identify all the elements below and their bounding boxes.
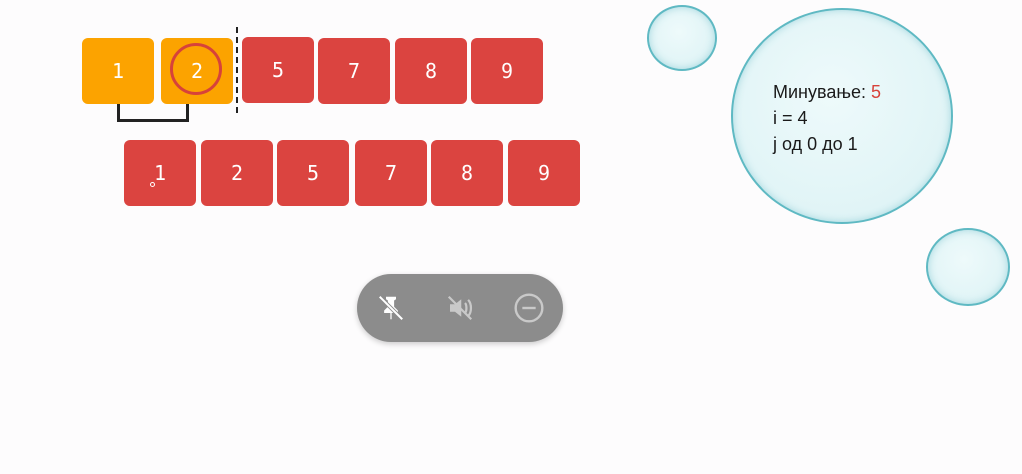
result-cell: 8: [431, 140, 503, 206]
array-cell-compared: 1: [82, 38, 154, 104]
i-line: i = 4: [773, 108, 808, 128]
pin-off-icon[interactable]: [374, 291, 408, 325]
array-cell: 8: [395, 38, 467, 104]
cell-value: 8: [424, 59, 438, 83]
array-cell: 7: [318, 38, 390, 104]
result-cell: 9: [508, 140, 580, 206]
cursor-dot: [150, 182, 155, 187]
decorative-bubble: [926, 228, 1010, 306]
result-cell: 5: [277, 140, 349, 206]
cell-value: 9: [500, 59, 514, 83]
result-cell: 7: [355, 140, 427, 206]
array-cell-compared-current: 2: [161, 38, 233, 104]
cell-value: 7: [347, 59, 361, 83]
sorted-boundary-divider: [236, 27, 238, 113]
decorative-bubble: [647, 5, 717, 71]
minus-circle-icon[interactable]: [512, 291, 546, 325]
cell-value: 5: [306, 161, 320, 185]
cell-value: 1: [111, 59, 125, 83]
step-info: Минување: 5 i = 4 j од 0 до 1: [773, 79, 881, 157]
result-cell: 2: [201, 140, 273, 206]
pass-value: 5: [871, 82, 882, 102]
array-cell: 5: [242, 37, 314, 103]
cell-value: 8: [460, 161, 474, 185]
cell-value: 2: [190, 59, 204, 83]
volume-mute-icon[interactable]: [443, 291, 477, 325]
result-cell: 1: [124, 140, 196, 206]
array-cell: 9: [471, 38, 543, 104]
cell-value: 2: [230, 161, 244, 185]
comparison-bracket: [117, 104, 189, 122]
pass-label: Минување:: [773, 82, 871, 102]
cell-value: 7: [384, 161, 398, 185]
j-line: j од 0 до 1: [773, 134, 858, 154]
pass-line: Минување: 5: [773, 79, 881, 105]
floating-toolbar: [357, 274, 563, 342]
cell-value: 5: [271, 58, 285, 82]
cell-value: 9: [537, 161, 551, 185]
cell-value: 1: [153, 161, 167, 185]
